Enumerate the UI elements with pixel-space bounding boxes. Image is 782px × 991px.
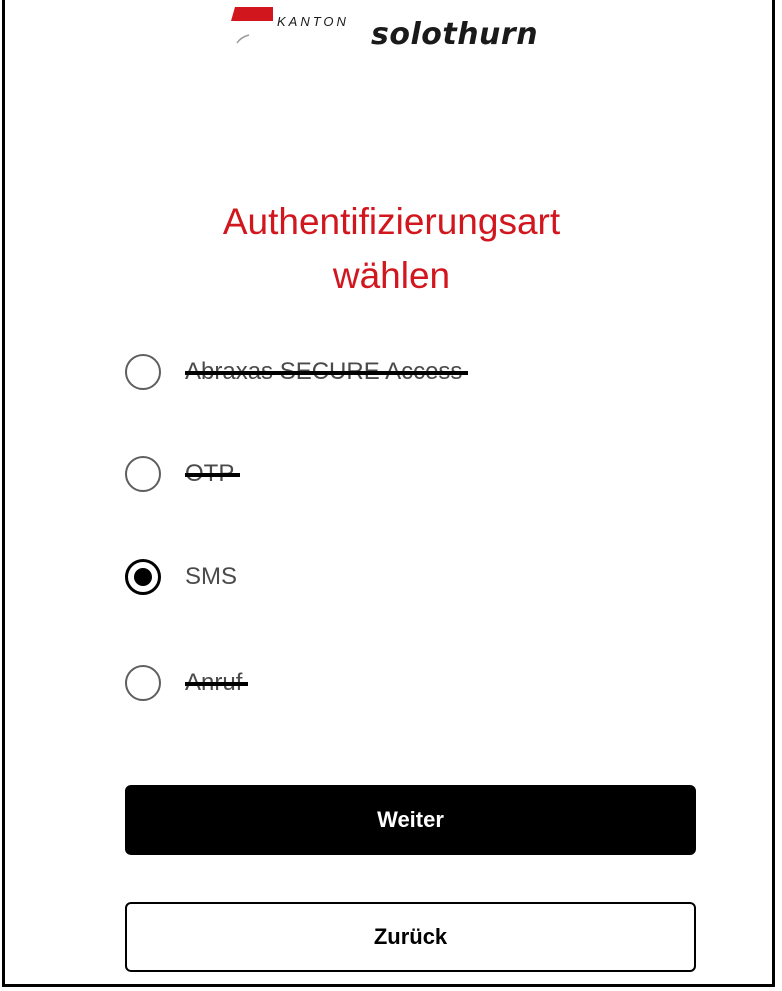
- option-anruf[interactable]: Anruf: [125, 660, 249, 706]
- option-sms[interactable]: SMS: [125, 554, 237, 600]
- option-label: OTP: [185, 460, 241, 487]
- next-button[interactable]: Weiter: [125, 785, 696, 855]
- logo-kanton-text: KANTON: [277, 14, 349, 29]
- page-title-line-2: wählen: [332, 255, 451, 296]
- option-label: Abraxas SECURE Access: [185, 358, 469, 385]
- kanton-solothurn-logo: KANTON solothurn: [229, 7, 609, 57]
- option-abraxas-secure-access[interactable]: Abraxas SECURE Access: [125, 349, 469, 395]
- option-label: SMS: [185, 563, 238, 590]
- login-panel: KANTON solothurn Authentifizierungsart w…: [2, 0, 775, 987]
- page-title: Authentifizierungsart wählen: [5, 195, 778, 303]
- radio-unchecked-icon[interactable]: [125, 456, 161, 492]
- logo-name-text: solothurn: [371, 17, 539, 52]
- radio-checked-icon[interactable]: [125, 559, 161, 595]
- page-title-line-1: Authentifizierungsart: [222, 201, 561, 242]
- option-otp[interactable]: OTP: [125, 451, 241, 497]
- option-label: Anruf: [185, 669, 249, 696]
- logo-mark-icon: [231, 7, 273, 44]
- back-button[interactable]: Zurück: [125, 902, 696, 972]
- radio-unchecked-icon[interactable]: [125, 665, 161, 701]
- radio-unchecked-icon[interactable]: [125, 354, 161, 390]
